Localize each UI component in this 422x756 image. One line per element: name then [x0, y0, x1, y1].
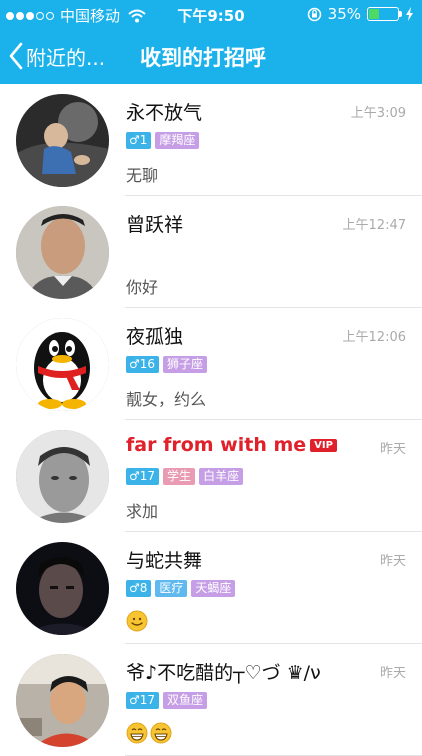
age-label: 17	[139, 693, 156, 707]
greeting-time: 昨天	[379, 554, 406, 569]
user-name: 永不放气	[126, 102, 203, 124]
charging-icon	[406, 7, 413, 21]
user-name-text: far from with me	[126, 434, 307, 456]
list-item[interactable]: 与蛇共舞 昨天 ♂8 医疗 天蝎座	[0, 532, 422, 644]
list-item[interactable]: 爷♪不吃醋的┬♡づ ♛/ν 昨天 ♂17 双鱼座	[0, 644, 422, 756]
grin-emoji-icon	[150, 722, 172, 744]
greeting-message	[126, 722, 172, 744]
avatar[interactable]	[16, 654, 109, 747]
greeting-time: 昨天	[379, 442, 406, 457]
greeting-message: 你好	[126, 278, 159, 297]
vip-badge: VIP	[310, 439, 337, 452]
male-icon: ♂	[129, 581, 140, 595]
age-label: 17	[139, 469, 156, 483]
greeting-time: 昨天	[379, 666, 406, 681]
avatar[interactable]	[16, 430, 109, 523]
list-item[interactable]: far from with me VIP 昨天 ♂17 学生 白羊座 求加	[0, 420, 422, 532]
greeting-time: 上午3:09	[350, 106, 406, 121]
list-item[interactable]: 夜孤独 上午12:06 ♂16 狮子座 靓女，约么	[0, 308, 422, 420]
constellation-tag: 狮子座	[163, 356, 208, 373]
header: 中国移动 下午9:50 35% 附近的... 收到的打招呼	[0, 0, 422, 84]
user-name: 曾跃祥	[126, 214, 184, 236]
age-label: 16	[139, 357, 156, 371]
male-age-badge: ♂17	[126, 468, 160, 485]
male-age-badge: ♂16	[126, 356, 160, 373]
user-name: 爷♪不吃醋的┬♡づ ♛/ν	[126, 662, 321, 684]
greeting-time: 上午12:47	[342, 218, 406, 233]
battery-percent: 35%	[327, 5, 361, 23]
avatar[interactable]	[16, 318, 109, 411]
user-name: 夜孤独	[126, 326, 184, 348]
male-icon: ♂	[129, 693, 140, 707]
male-icon: ♂	[129, 469, 140, 483]
male-icon: ♂	[129, 133, 140, 147]
list-item[interactable]: 永不放气 上午3:09 ♂1 摩羯座 无聊	[0, 84, 422, 196]
greeting-message	[126, 610, 148, 632]
grin-emoji-icon	[126, 722, 148, 744]
age-label: 8	[139, 581, 148, 595]
male-age-badge: ♂17	[126, 692, 160, 709]
battery-icon	[367, 7, 402, 21]
avatar[interactable]	[16, 542, 109, 635]
greeting-message: 无聊	[126, 166, 159, 185]
greeting-message: 求加	[126, 502, 159, 521]
avatar[interactable]	[16, 206, 109, 299]
constellation-tag: 摩羯座	[155, 132, 200, 149]
page-title: 收到的打招呼	[140, 46, 266, 70]
male-age-badge: ♂1	[126, 132, 152, 149]
constellation-tag: 白羊座	[199, 468, 244, 485]
navigation-bar: 附近的... 收到的打招呼	[0, 28, 422, 84]
constellation-tag: 双鱼座	[163, 692, 208, 709]
constellation-tag: 天蝎座	[191, 580, 236, 597]
greeting-time: 上午12:06	[342, 330, 406, 345]
occupation-tag: 医疗	[155, 580, 188, 597]
chevron-left-icon	[9, 42, 23, 70]
rotation-lock-icon	[307, 7, 321, 21]
user-name: 与蛇共舞	[126, 550, 203, 572]
smile-emoji-icon	[126, 610, 148, 632]
occupation-tag: 学生	[163, 468, 196, 485]
status-bar: 中国移动 下午9:50 35%	[0, 0, 422, 28]
age-label: 1	[139, 133, 148, 147]
avatar[interactable]	[16, 94, 109, 187]
greetings-list: 永不放气 上午3:09 ♂1 摩羯座 无聊 曾跃祥 上午12:47 你好 夜孤独…	[0, 84, 422, 756]
greeting-message: 靓女，约么	[126, 390, 207, 409]
list-item[interactable]: 曾跃祥 上午12:47 你好	[0, 196, 422, 308]
user-name: far from with me VIP	[126, 434, 337, 456]
male-icon: ♂	[129, 357, 140, 371]
male-age-badge: ♂8	[126, 580, 152, 597]
back-button[interactable]: 附近的...	[8, 38, 105, 74]
back-label: 附近的...	[26, 45, 106, 70]
